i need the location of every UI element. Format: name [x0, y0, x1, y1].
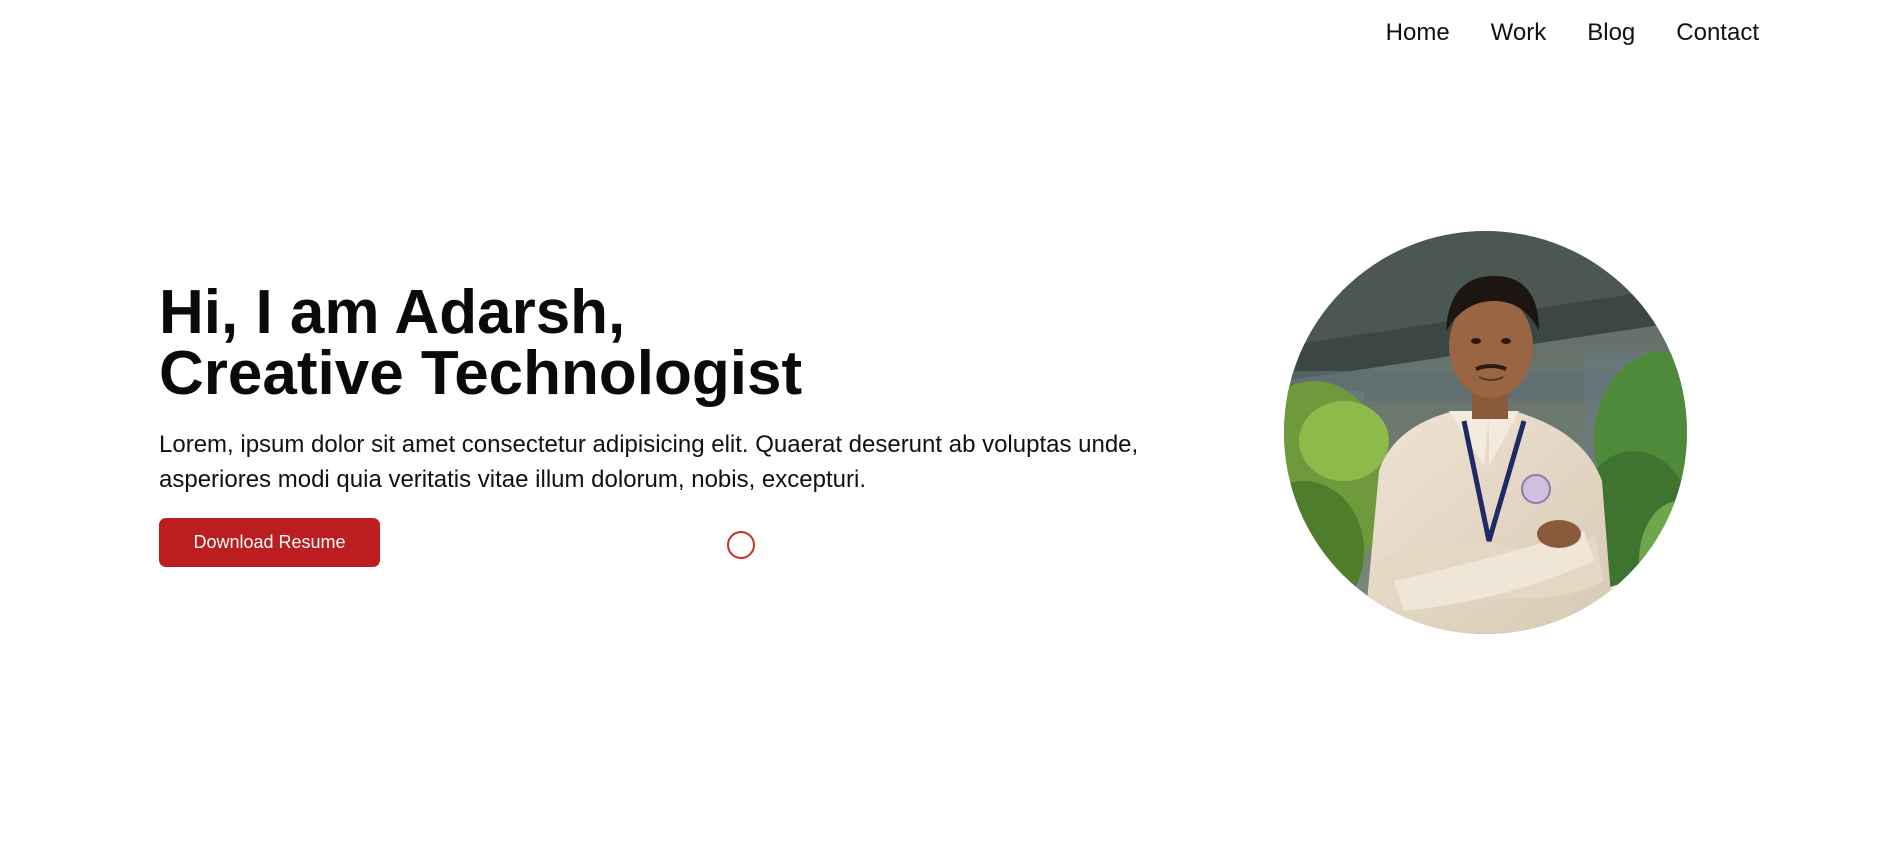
nav-item-home: Home — [1386, 18, 1450, 48]
nav-link-contact[interactable]: Contact — [1676, 18, 1759, 48]
nav-item-work: Work — [1491, 18, 1547, 48]
cursor-ring-icon — [727, 531, 755, 559]
hero-title-line-2: Creative Technologist — [159, 339, 803, 408]
download-resume-button[interactable]: Download Resume — [159, 518, 380, 567]
page: Home Work Blog Contact Hi, I am Adarsh, … — [0, 0, 1887, 861]
nav-item-contact: Contact — [1676, 18, 1759, 48]
nav-link-work[interactable]: Work — [1491, 18, 1547, 48]
top-nav: Home Work Blog Contact — [1386, 18, 1759, 48]
profile-photo-illustration — [1284, 231, 1687, 634]
nav-link-blog[interactable]: Blog — [1587, 18, 1635, 48]
nav-link-home[interactable]: Home — [1386, 18, 1450, 48]
hero-title-line-1: Hi, I am Adarsh, — [159, 278, 626, 347]
hero-title: Hi, I am Adarsh, Creative Technologist — [159, 278, 803, 408]
nav-item-blog: Blog — [1587, 18, 1635, 48]
profile-photo — [1284, 231, 1687, 634]
hero-description: Lorem, ipsum dolor sit amet consectetur … — [159, 431, 1139, 493]
